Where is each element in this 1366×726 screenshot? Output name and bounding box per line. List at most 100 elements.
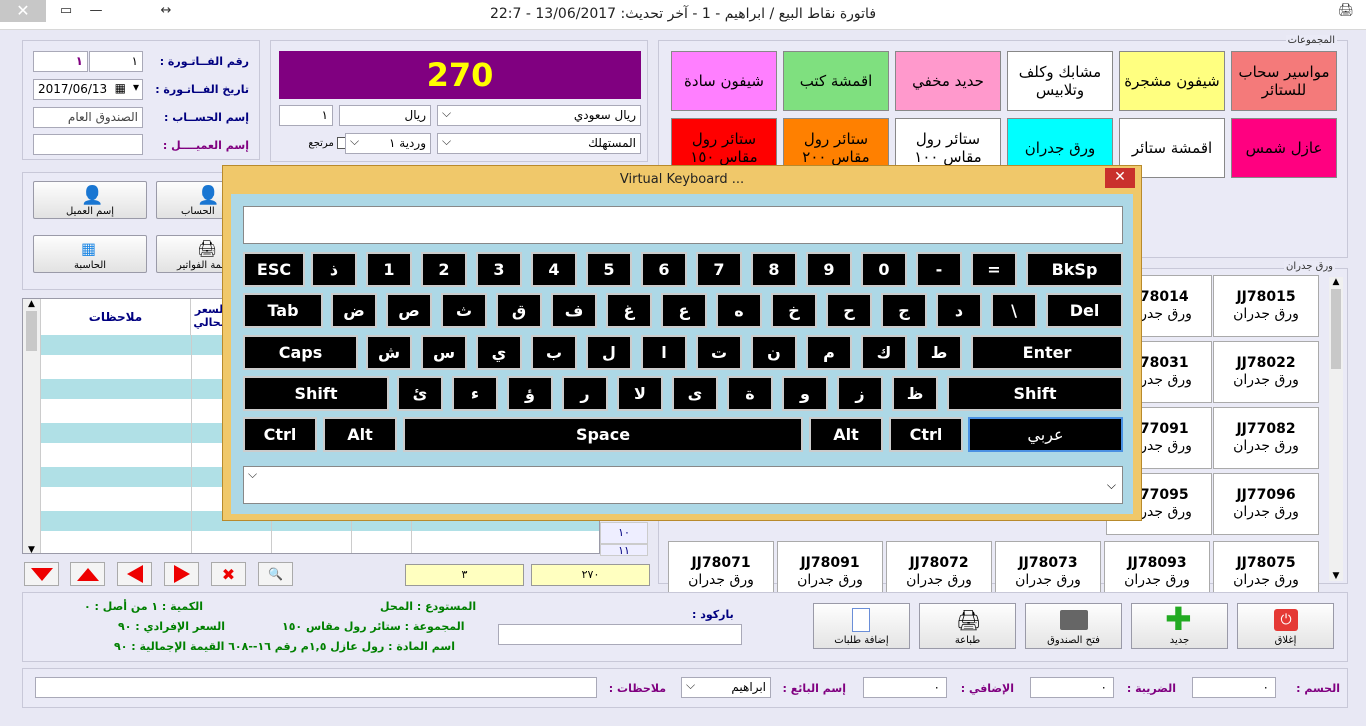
key[interactable]: 4 [531, 252, 577, 287]
key[interactable]: ذ [311, 252, 357, 287]
key[interactable]: ظ [892, 376, 938, 411]
group-button[interactable]: شيفون سادة [671, 51, 777, 111]
key[interactable]: ض [331, 293, 377, 328]
key[interactable]: 0 [861, 252, 907, 287]
key[interactable]: 1 [366, 252, 412, 287]
key[interactable]: س [421, 335, 467, 370]
keyboard-close-button[interactable]: ✕ [1105, 168, 1135, 188]
key[interactable]: Shift [947, 376, 1123, 411]
key[interactable]: ؤ [507, 376, 553, 411]
invoice-number-box[interactable]: ١ [89, 51, 143, 72]
group-button[interactable]: حديد مخفي [895, 51, 1001, 111]
table-row[interactable] [41, 533, 599, 553]
key[interactable]: ن [751, 335, 797, 370]
key[interactable]: ك [861, 335, 907, 370]
key[interactable]: \ [991, 293, 1037, 328]
key[interactable]: 2 [421, 252, 467, 287]
key[interactable]: ق [496, 293, 542, 328]
search-button[interactable]: 🔍 [258, 562, 293, 586]
calculator-button[interactable]: ▦ الحاسبة [33, 235, 147, 273]
barcode-input[interactable] [498, 624, 742, 645]
key[interactable]: 6 [641, 252, 687, 287]
print-button[interactable]: 🖨 طباعة [919, 603, 1016, 649]
key[interactable]: Alt [809, 417, 883, 452]
key[interactable]: Alt [323, 417, 397, 452]
group-button[interactable]: اقمشة كتب [783, 51, 889, 111]
key[interactable]: ل [586, 335, 632, 370]
discount-field[interactable]: ٠ [1192, 677, 1276, 698]
item-button[interactable]: JJ77096 ورق جدران [1213, 473, 1319, 535]
key[interactable]: ه [716, 293, 762, 328]
key[interactable]: Tab [243, 293, 323, 328]
group-button[interactable]: مواسير سحاب للستائر [1231, 51, 1337, 111]
key[interactable]: - [916, 252, 962, 287]
key[interactable]: م [806, 335, 852, 370]
group-button[interactable]: عازل شمس [1231, 118, 1337, 178]
grid-scrollbar[interactable]: ▲ ▼ [23, 299, 41, 553]
item-button[interactable]: JJ78015 ورق جدران [1213, 275, 1319, 337]
key[interactable]: ت [696, 335, 742, 370]
currency-select[interactable]: ريال سعودي [437, 105, 641, 126]
arrow-up-button[interactable] [70, 562, 105, 586]
key[interactable]: 5 [586, 252, 632, 287]
close-button[interactable]: ⏻ إغلاق [1237, 603, 1334, 649]
client-name-button[interactable]: 👤 إسم العميل [33, 181, 147, 219]
group-button[interactable]: شيفون مشجرة [1119, 51, 1225, 111]
key[interactable]: ا [641, 335, 687, 370]
key[interactable]: ث [441, 293, 487, 328]
invoice-date-field[interactable]: 2017/06/13 ▦ ▾ [33, 79, 143, 100]
key[interactable]: لا [617, 376, 663, 411]
key[interactable]: BkSp [1026, 252, 1123, 287]
key[interactable]: Space [403, 417, 803, 452]
key[interactable]: د [936, 293, 982, 328]
key[interactable]: ESC [243, 252, 305, 287]
key[interactable]: ف [551, 293, 597, 328]
key[interactable]: 3 [476, 252, 522, 287]
key[interactable]: Del [1046, 293, 1123, 328]
arrow-left-button[interactable] [117, 562, 152, 586]
key[interactable]: ة [727, 376, 773, 411]
key[interactable]: ش [366, 335, 412, 370]
key[interactable]: 8 [751, 252, 797, 287]
arrow-down-button[interactable] [24, 562, 59, 586]
items-scrollbar[interactable]: ▲ ▼ [1329, 277, 1343, 581]
client-name-field[interactable] [33, 134, 143, 155]
seller-select[interactable]: ابراهيم [681, 677, 771, 698]
key[interactable]: Ctrl [243, 417, 317, 452]
key[interactable]: غ [606, 293, 652, 328]
key[interactable]: = [971, 252, 1017, 287]
calendar-icon[interactable]: ▦ [115, 81, 126, 95]
key[interactable]: Enter [971, 335, 1123, 370]
add-orders-button[interactable]: إضافة طلبات [813, 603, 910, 649]
key[interactable]: ب [531, 335, 577, 370]
key[interactable]: و [782, 376, 828, 411]
unit-qty-field[interactable]: ١ [279, 105, 333, 126]
key[interactable]: ئ [397, 376, 443, 411]
open-cashbox-button[interactable]: فتح الصندوق [1025, 603, 1122, 649]
arrow-right-button[interactable] [164, 562, 199, 586]
key[interactable]: ء [452, 376, 498, 411]
key[interactable]: ز [837, 376, 883, 411]
new-button[interactable]: ✚ جديد [1131, 603, 1228, 649]
key[interactable]: ر [562, 376, 608, 411]
group-button[interactable]: مشابك وكلف وتلابيس [1007, 51, 1113, 111]
key[interactable]: ط [916, 335, 962, 370]
key[interactable]: Caps [243, 335, 358, 370]
tax-field[interactable]: ٠ [1030, 677, 1114, 698]
item-button[interactable]: JJ78022 ورق جدران [1213, 341, 1319, 403]
customer-type-select[interactable]: المستهلك [437, 133, 641, 154]
item-button[interactable]: JJ77082 ورق جدران [1213, 407, 1319, 469]
keyboard-output-select[interactable]: ⌵ [243, 466, 1123, 504]
key[interactable]: Shift [243, 376, 389, 411]
extra-field[interactable]: ٠ [863, 677, 947, 698]
key[interactable]: ح [826, 293, 872, 328]
account-name-field[interactable]: الصندوق العام [33, 107, 143, 128]
key[interactable]: ع [661, 293, 707, 328]
key[interactable]: عربي [968, 417, 1123, 452]
key[interactable]: ص [386, 293, 432, 328]
key[interactable]: Ctrl [889, 417, 963, 452]
key[interactable]: ي [476, 335, 522, 370]
notes-field[interactable] [35, 677, 597, 698]
unit-name-field[interactable]: ريال [339, 105, 431, 126]
key[interactable]: خ [771, 293, 817, 328]
